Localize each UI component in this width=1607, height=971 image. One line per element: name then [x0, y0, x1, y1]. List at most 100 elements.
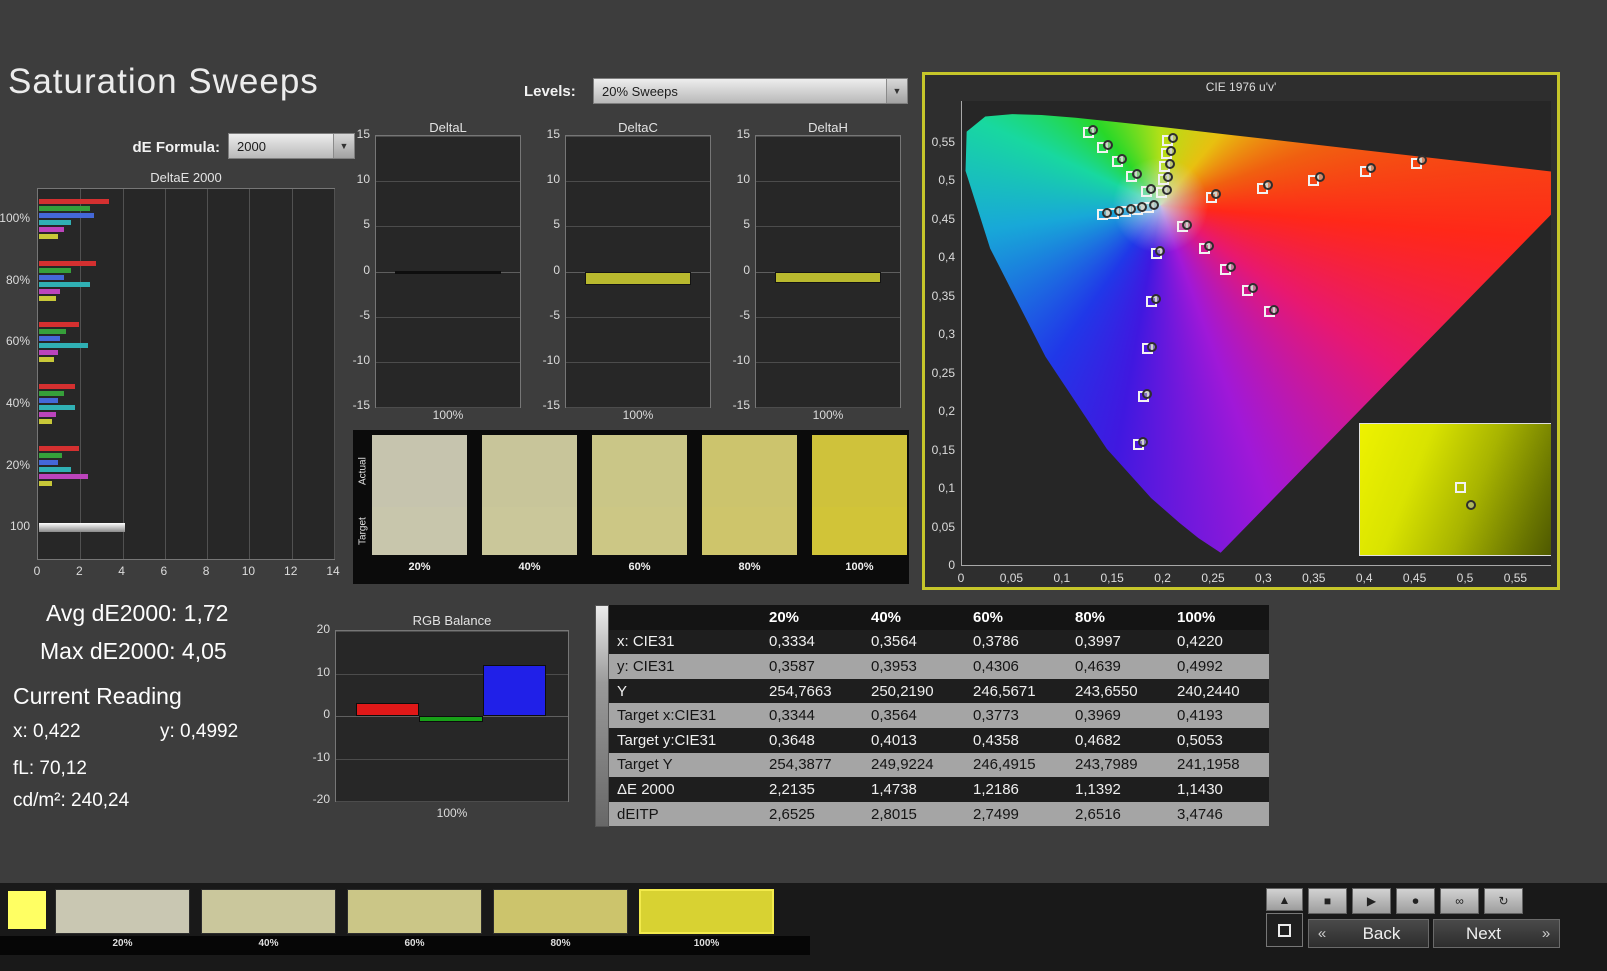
record-icon: ⏺ — [1412, 893, 1419, 908]
y-tick-label: 0,25 — [931, 365, 955, 380]
x-tick-label: 0,55 — [1503, 571, 1528, 585]
table-row: x: CIE31 0,3334 0,3564 0,3786 0,3997 0,4220 — [609, 629, 1269, 655]
table-cell: 2,7499 — [973, 805, 1019, 823]
target-swatch — [482, 507, 577, 555]
de-bar — [39, 473, 88, 479]
gridline — [376, 316, 520, 318]
gridline — [122, 189, 124, 559]
y-tick-label: 20 — [316, 622, 330, 636]
deltal-chart-title: DeltaL — [429, 120, 467, 135]
gridline — [376, 136, 520, 137]
back-button[interactable]: « Back — [1308, 919, 1429, 948]
patch-swatch-color — [493, 889, 628, 934]
patch-swatch-40%[interactable]: 40% — [201, 889, 336, 949]
table-cell: 0,3969 — [1075, 707, 1121, 725]
stop-button[interactable]: ■ — [1308, 888, 1347, 914]
y-tick-label: 15 — [356, 127, 370, 141]
table-cell: 0,4358 — [973, 731, 1019, 749]
y-tick-label: 0,45 — [931, 211, 955, 226]
green-bar — [419, 716, 483, 723]
refresh-button[interactable]: ↻ — [1484, 888, 1523, 914]
table-cell: 1,2186 — [973, 780, 1019, 798]
avg-de2000: Avg dE2000: 1,72 — [46, 600, 229, 626]
y-tick-label: 0,35 — [931, 288, 955, 303]
x-tick-label: 12 — [284, 564, 298, 578]
bottom-bar: 20% 40% 60% 80% 100% ▲ ■ ▶ ⏺ ∞ ↻ « Back Next… — [0, 883, 1607, 971]
next-button[interactable]: Next » — [1433, 919, 1560, 948]
table-column-header: 40% — [871, 608, 902, 626]
levels-value: 20% Sweeps — [602, 83, 678, 99]
pattern-window-button[interactable] — [1266, 913, 1303, 947]
patch-swatch-20%[interactable]: 20% — [55, 889, 190, 949]
de-bar — [39, 383, 75, 389]
deltae-chart — [37, 188, 335, 560]
y-tick-label: 10 — [736, 172, 750, 187]
cie-y-axis-labels: 0 0,05 0,1 0,15 0,2 0,25 0,3 0,35 0,4 0,45 0,5 0,55 — [925, 101, 959, 573]
patch-swatch-color — [201, 889, 336, 934]
measured-marker — [1225, 262, 1236, 273]
de-formula-label: dE Formula: — [132, 139, 220, 156]
rgb-y-axis-labels: 20 10 0 -10 -20 — [301, 622, 333, 806]
scroll-up-button[interactable]: ▲ — [1266, 888, 1303, 911]
x-tick-label: 0,45 — [1402, 571, 1427, 585]
delta-bar — [774, 271, 882, 284]
de-bar — [39, 336, 61, 342]
table-cell: 0,3334 — [769, 633, 815, 651]
table-cell: 250,2190 — [871, 682, 934, 700]
y-tick-label: 0,4 — [938, 250, 955, 264]
measurement-table: 20% 40% 60% 80% 100% x: CIE31 0,3334 0,3564 0,37… — [609, 605, 1269, 827]
target-swatch — [592, 507, 687, 555]
table-handle[interactable] — [595, 605, 609, 827]
y-tick-label: 0 — [363, 262, 370, 277]
next-button-label: Next — [1466, 923, 1501, 943]
y-tick-label: 15 — [736, 127, 750, 141]
current-reading-cdm2: cd/m²: 240,24 — [13, 790, 130, 811]
y-tick-label: 0,05 — [931, 519, 955, 534]
table-row: Target x:CIE31 0,3344 0,3564 0,3773 0,3969 0,… — [609, 703, 1269, 728]
deltal-chart — [375, 135, 521, 408]
current-patch-swatch[interactable] — [8, 891, 46, 929]
de-bar — [39, 295, 56, 301]
swatch-label: 60% — [628, 561, 651, 573]
y-tick-label: 15 — [546, 127, 560, 141]
measured-marker — [1204, 240, 1215, 251]
deltah-chart — [755, 135, 901, 408]
de-bar — [39, 226, 65, 232]
y-tick-label: 100% — [0, 210, 30, 225]
record-button[interactable]: ⏺ — [1396, 888, 1435, 914]
play-button[interactable]: ▶ — [1352, 888, 1391, 914]
measured-marker — [1146, 341, 1157, 352]
max-de2000: Max dE2000: 4,05 — [40, 638, 227, 664]
y-tick-label: 0,2 — [938, 404, 955, 418]
y-tick-label: -10 — [732, 352, 750, 367]
patch-swatch-100%[interactable]: 100% — [639, 889, 774, 949]
rgb-x-label: 100% — [436, 806, 468, 820]
table-row-label: Target x:CIE31 — [617, 707, 717, 725]
table-cell: 0,3344 — [769, 707, 815, 725]
gridline — [336, 758, 568, 760]
y-tick-label: 100 — [9, 519, 30, 534]
swatch-label: 80% — [738, 561, 761, 573]
measured-marker — [1131, 169, 1142, 180]
deltah-x-label: 100% — [812, 408, 844, 422]
table-cell: 0,4992 — [1177, 657, 1223, 675]
y-tick-label: 0,1 — [938, 481, 955, 495]
patch-swatch-60%[interactable]: 60% — [347, 889, 482, 949]
table-cell: 0,3564 — [871, 633, 917, 651]
target-swatch — [812, 507, 907, 555]
x-tick-label: 0 — [957, 571, 965, 585]
delta-bar — [394, 270, 502, 274]
table-cell: 2,2135 — [769, 780, 815, 798]
gridline — [336, 631, 568, 632]
y-tick-label: -15 — [352, 398, 370, 412]
loop-button[interactable]: ∞ — [1440, 888, 1479, 914]
de-formula-select[interactable]: 2000 ▼ — [228, 133, 355, 159]
measured-marker — [1102, 139, 1113, 150]
y-tick-label: 0,3 — [938, 327, 955, 341]
table-cell: 0,3786 — [973, 633, 1019, 651]
patch-swatch-80%[interactable]: 80% — [493, 889, 628, 949]
de-bar — [39, 260, 97, 266]
levels-select[interactable]: 20% Sweeps ▼ — [593, 78, 908, 104]
y-tick-label: -10 — [312, 749, 330, 764]
current-reading-title: Current Reading — [13, 683, 182, 709]
